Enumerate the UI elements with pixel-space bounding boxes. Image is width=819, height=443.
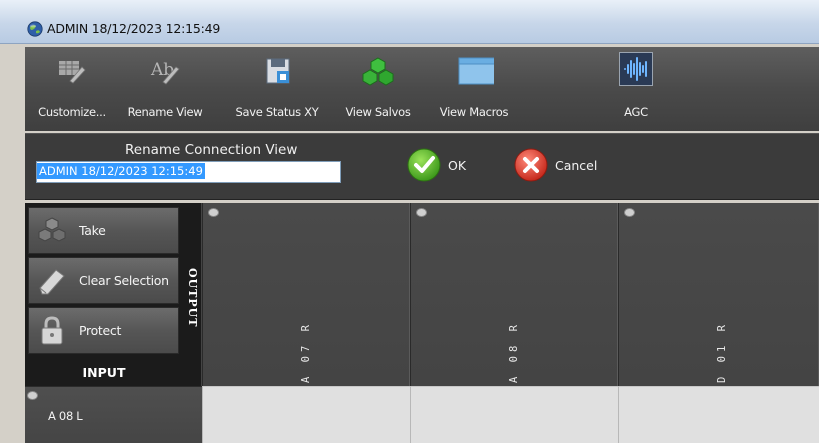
agc-waveform-icon [619,52,653,86]
rename-selected-text: ADMIN 18/12/2023 12:15:49 [37,163,205,179]
title-bar: ADMIN 18/12/2023 12:15:49 [0,0,819,44]
status-led-icon [624,208,635,217]
view-macros-label: View Macros [439,105,509,119]
output-label: D 01 R [716,321,728,383]
salvos-cubes-icon [362,57,394,86]
cancel-label: Cancel [555,158,598,173]
agc-label: AGC [624,105,648,119]
input-row-header[interactable]: A 08 L [25,386,202,443]
output-axis-label: OUTPUT [186,268,199,328]
protect-label: Protect [79,323,122,338]
input-axis-label: INPUT [82,365,126,380]
globe-icon [27,21,43,37]
rename-view-label: Rename View [127,105,203,119]
customize-grid-icon [59,61,86,84]
rename-title: Rename Connection View [125,142,298,158]
output-label: A 08 R [508,321,520,383]
output-label: A 07 R [300,321,312,383]
crosspoint-cell[interactable] [618,386,819,443]
window-title: ADMIN 18/12/2023 12:15:49 [47,21,221,36]
lock-icon [41,316,63,345]
customize-button[interactable]: Customize... [29,47,115,131]
check-icon [407,148,441,182]
crosspoint-cell[interactable] [410,386,618,443]
cancel-button[interactable]: Cancel [513,147,613,185]
input-label: A 08 L [48,409,83,423]
take-label: Take [79,223,106,238]
macros-window-icon [458,57,494,85]
status-led-icon [208,208,219,217]
status-led-icon [27,391,38,400]
crosspoint-cell[interactable] [202,386,410,443]
ok-button[interactable]: OK [406,147,486,185]
save-floppy-icon [266,58,290,84]
view-salvos-button[interactable]: View Salvos [338,47,418,131]
view-salvos-label: View Salvos [345,105,411,119]
protect-button[interactable]: Protect [28,307,179,354]
take-cubes-icon [38,217,66,242]
status-led-icon [416,208,427,217]
output-column-header[interactable]: A 08 R [410,203,618,386]
view-macros-button[interactable]: View Macros [429,47,519,131]
save-status-xy-label: Save Status XY [235,105,319,119]
clear-selection-label: Clear Selection [79,273,169,288]
main-toolbar: Customize... Ab Rename View Save Status … [25,47,819,131]
rename-connection-bar: Rename Connection View ADMIN 18/12/2023 … [25,133,819,200]
eraser-icon [39,269,65,295]
take-button[interactable]: Take [28,207,179,254]
customize-label: Customize... [38,105,106,119]
rename-ab-icon: Ab [150,60,180,85]
clear-selection-button[interactable]: Clear Selection [28,257,179,304]
output-column-header[interactable]: D 01 R [618,203,819,386]
agc-button[interactable]: AGC [608,47,664,131]
ok-label: OK [448,158,467,173]
control-panel: Take Clear Selection Protect OUTPUT INPU… [25,203,202,386]
rename-view-button[interactable]: Ab Rename View [123,47,207,131]
output-column-header[interactable]: A 07 R [202,203,410,386]
close-icon [514,148,548,182]
save-status-xy-button[interactable]: Save Status XY [222,47,332,131]
